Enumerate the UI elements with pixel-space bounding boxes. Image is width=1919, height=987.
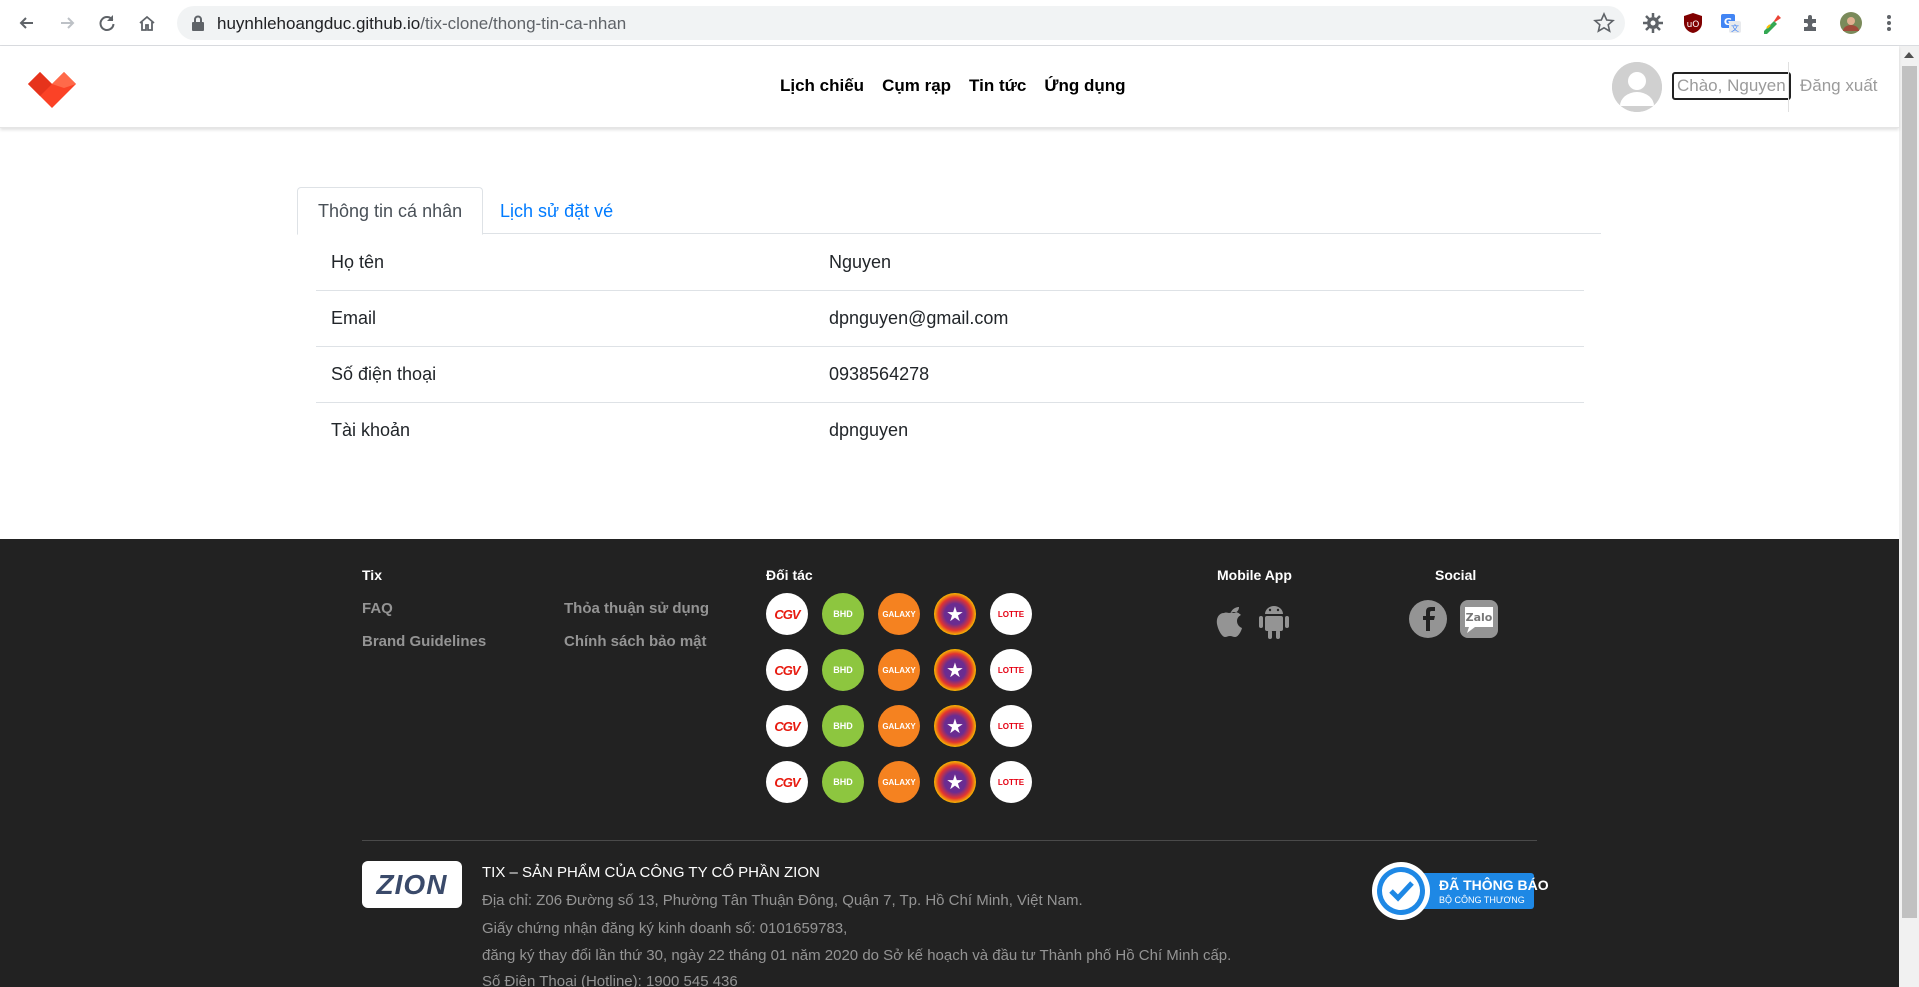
footer-link-privacy[interactable]: Chính sách bảo mật [564,633,707,650]
field-value: dpnguyen@gmail.com [829,308,1009,328]
lotte-cinema-logo-icon[interactable]: LOTTE [990,593,1032,635]
cgv-logo-icon[interactable]: CGV [766,593,808,635]
browser-toolbar: huynhlehoangduc.github.io/tix-clone/thon… [0,0,1919,46]
bhd-star-logo-icon[interactable]: BHD [822,705,864,747]
zalo-icon[interactable]: Zalo [1459,599,1499,639]
company-title: TIX – SẢN PHẨM CỦA CÔNG TY CỔ PHẦN ZION [482,864,820,881]
field-value: 0938564278 [829,364,930,384]
table-row: Họ tên Nguyen [316,235,1584,291]
lotte-cinema-logo-icon[interactable]: LOTTE [990,705,1032,747]
tix-logo-icon[interactable] [24,66,80,112]
tab-lich-su-dat-ve[interactable]: Lịch sử đặt vé [479,187,634,235]
site-header: Lịch chiếu Cụm rạp Tin tức Ứng dụng Chào… [0,46,1899,128]
field-label: Email [331,308,377,328]
bookmark-star-icon[interactable] [1593,12,1615,34]
galaxy-cinema-logo-icon[interactable]: GALAXY [878,705,920,747]
nav-ung-dung[interactable]: Ứng dụng [1044,76,1125,96]
hotline: Số Điện Thoại (Hotline): 1900 545 436 [482,973,738,987]
company-address: Địa chỉ: Z06 Đường số 13, Phường Tân Thu… [482,892,1083,909]
cinestar-logo-icon[interactable]: ★ [934,705,976,747]
footer-mobile-app-heading: Mobile App [1217,567,1292,583]
cgv-logo-icon[interactable]: CGV [766,705,808,747]
profile-avatar-icon[interactable] [1838,10,1864,36]
table-row: Tài khoản dpnguyen [316,403,1584,459]
ublock-extension-icon[interactable]: uO [1680,10,1706,36]
scroll-up-arrow-icon[interactable] [1904,52,1914,58]
bhd-star-logo-icon[interactable]: BHD [822,649,864,691]
field-value: Nguyen [829,252,892,272]
footer-link-brand-guidelines[interactable]: Brand Guidelines [362,633,486,650]
header-divider [1788,62,1789,112]
bhd-star-logo-icon[interactable]: BHD [822,593,864,635]
home-icon[interactable] [132,8,162,38]
bo-cong-thuong-badge[interactable]: ĐÃ THÔNG BÁO BỘ CÔNG THƯƠNG [1371,861,1549,921]
forward-icon[interactable] [52,8,82,38]
footer-divider [362,840,1537,841]
license-change-note: đăng ký thay đổi lần thứ 30, ngày 22 thá… [482,947,1232,964]
nav-tin-tuc[interactable]: Tin tức [969,76,1026,96]
url-text: huynhlehoangduc.github.io/tix-clone/thon… [217,14,627,33]
back-icon[interactable] [12,8,42,38]
settings-extension-icon[interactable] [1640,10,1666,36]
lotte-cinema-logo-icon[interactable]: LOTTE [990,649,1032,691]
svg-text:文: 文 [1731,23,1739,33]
footer-tix-heading: Tix [362,567,382,583]
bhd-star-logo-icon[interactable]: BHD [822,761,864,803]
main-nav: Lịch chiếu Cụm rạp Tin tức Ứng dụng [780,76,1126,96]
browser-menu-icon[interactable] [1880,10,1898,36]
puzzle-extensions-icon[interactable] [1798,10,1824,36]
facebook-icon[interactable] [1409,600,1447,638]
table-row: Số điện thoại 0938564278 [316,347,1584,403]
color-picker-extension-icon[interactable] [1759,10,1785,36]
logout-link[interactable]: Đăng xuất [1800,76,1878,96]
cgv-logo-icon[interactable]: CGV [766,649,808,691]
address-bar[interactable]: huynhlehoangduc.github.io/tix-clone/thon… [177,6,1625,40]
lock-icon [192,15,204,31]
badge-line1: ĐÃ THÔNG BÁO [1439,877,1549,893]
field-label: Tài khoản [331,420,411,440]
footer-link-faq[interactable]: FAQ [362,600,393,617]
user-avatar[interactable] [1612,62,1662,112]
scrollbar-thumb[interactable] [1902,66,1917,918]
zion-logo: ZION [362,861,462,908]
reload-icon[interactable] [92,8,122,38]
field-label: Số điện thoại [331,364,437,384]
android-icon[interactable] [1258,602,1290,640]
nav-cum-rap[interactable]: Cụm rạp [882,76,951,96]
profile-info-table: Họ tên Nguyen Email dpnguyen@gmail.com S… [316,235,1584,459]
footer-partners-heading: Đối tác [766,567,813,583]
cgv-logo-icon[interactable]: CGV [766,761,808,803]
cinestar-logo-icon[interactable]: ★ [934,761,976,803]
svg-text:Zalo: Zalo [1466,611,1493,624]
svg-text:uO: uO [1687,20,1700,30]
cinestar-logo-icon[interactable]: ★ [934,649,976,691]
profile-tabs: Thông tin cá nhân Lịch sử đặt vé [297,187,1601,235]
footer-link-terms[interactable]: Thỏa thuận sử dụng [564,600,709,617]
field-value: dpnguyen [829,420,909,440]
greeting-button[interactable]: Chào, Nguyen [1672,72,1791,100]
translate-extension-icon[interactable]: G文 [1718,10,1744,36]
lotte-cinema-logo-icon[interactable]: LOTTE [990,761,1032,803]
galaxy-cinema-logo-icon[interactable]: GALAXY [878,593,920,635]
footer-social-heading: Social [1435,567,1477,583]
galaxy-cinema-logo-icon[interactable]: GALAXY [878,761,920,803]
galaxy-cinema-logo-icon[interactable]: GALAXY [878,649,920,691]
tab-thong-tin-ca-nhan[interactable]: Thông tin cá nhân [297,187,484,235]
nav-lich-chieu[interactable]: Lịch chiếu [780,76,864,96]
cinestar-logo-icon[interactable]: ★ [934,593,976,635]
badge-line2: BỘ CÔNG THƯƠNG [1439,895,1525,905]
apple-icon[interactable] [1214,600,1248,640]
table-row: Email dpnguyen@gmail.com [316,291,1584,347]
business-license: Giấy chứng nhận đăng ký kinh doanh số: 0… [482,920,848,937]
field-label: Họ tên [331,252,385,272]
